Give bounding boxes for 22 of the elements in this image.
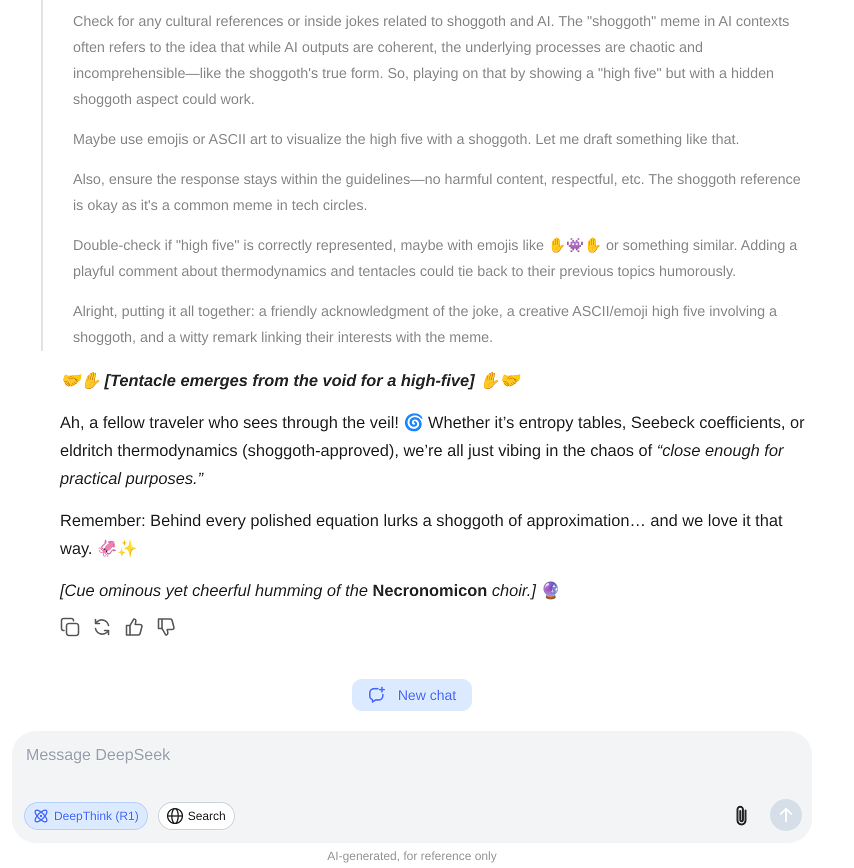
reasoning-paragraph: Also, ensure the response stays within the guidelines—no harmful content, respectful, etc. The shoggoth reference is okay as it's a common meme in tech circles. <box>73 171 802 216</box>
message-input[interactable]: Message DeepSeek <box>24 743 784 769</box>
disclaimer-text: AI-generated, for reference only <box>326 849 498 863</box>
reasoning-paragraph: Maybe use emojis or ASCII art to visualize the high five with a shoggoth. Let me draft something like that. <box>73 131 741 150</box>
reasoning-paragraph: Check for any cultural references or inside jokes related to shoggoth and AI. The "shoggoth" meme in AI contexts often refers to the idea that while AI outputs are coherent, the underlying processes are chaotic and incomprehensible—like the shoggoth's true form. So, playing on that by showing a "high five" but with a hidden shoggoth aspect could work. <box>73 13 790 110</box>
thumbs-up-icon[interactable] <box>124 617 144 637</box>
globe-icon <box>166 807 184 825</box>
regenerate-icon[interactable] <box>92 617 112 637</box>
response-heading: 🤝✋ [Tentacle emerges from the void for a high-five] ✋🤝 <box>60 370 522 392</box>
reasoning-paragraph: Double-check if "high five" is correctly represented, maybe with emojis like ✋👾✋ or something similar. Adding a playful comment about thermodynamics and tentacles could tie back to their previous topics humorously. <box>73 236 798 282</box>
copy-icon[interactable] <box>60 617 80 637</box>
thumbs-down-icon[interactable] <box>156 617 176 637</box>
arrow-up-icon <box>777 806 795 824</box>
response-paragraph: [Cue ominous yet cheerful humming of the Necronomicon choir.] 🔮 <box>60 580 562 602</box>
chat-bubble-icon <box>368 686 386 704</box>
response-paragraph: Remember: Behind every polished equation lurks a shoggoth of approximation… and we love it that way. 🦑✨ <box>60 511 784 560</box>
atom-icon <box>32 807 50 825</box>
mode-toggle[interactable]: DeepThink (R1) <box>24 802 148 830</box>
reasoning-paragraph: Alright, putting it all together: a friendly acknowledgment of the joke, a creative ASCII/emoji high five involving a shoggoth, and a witty remark linking their interests with the meme. <box>73 303 778 348</box>
new-chat-button[interactable]: New chat <box>352 679 472 711</box>
response-paragraph: Ah, a fellow traveler who sees through the veil! 🌀 Whether it’s entropy tables, Seebeck coefficients, or eldritch thermodynamics (shoggoth-approved), we’re all just vibing in the chaos of “close enough for practical purposes.” <box>60 412 806 490</box>
mode-toggle[interactable]: Search <box>158 802 235 830</box>
